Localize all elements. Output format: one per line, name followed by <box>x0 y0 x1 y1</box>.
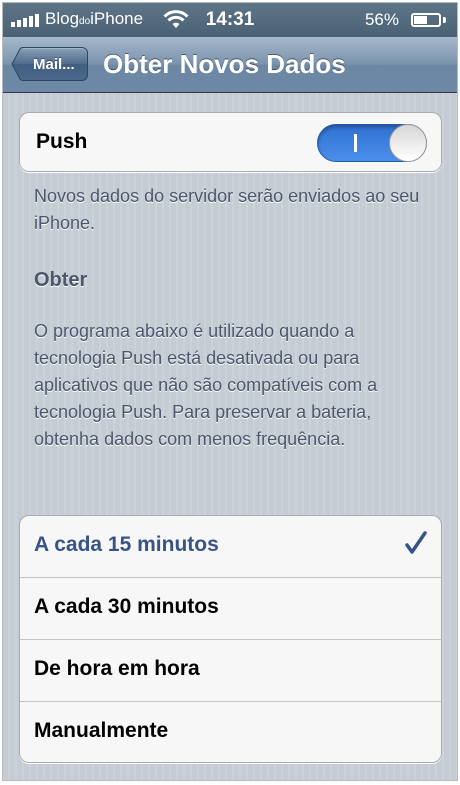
option-label: Manualmente <box>34 719 169 742</box>
back-button[interactable]: Mail... <box>23 47 88 81</box>
navigation-bar: Mail... Obter Novos Dados <box>3 37 457 93</box>
fetch-header: Obter <box>34 269 88 291</box>
push-group: Push <box>19 112 442 172</box>
checkmark-icon <box>405 531 427 554</box>
battery-icon <box>411 13 441 27</box>
status-bar: BlogdoiPhone 14:31 56% <box>3 3 457 37</box>
fetch-options-list: A cada 15 minutos A cada 30 minutos De h… <box>19 515 442 763</box>
option-15-minutes[interactable]: A cada 15 minutos <box>20 516 441 578</box>
settings-content: Push Novos dados do servidor serão envia… <box>3 93 457 780</box>
back-button-label: Mail... <box>33 56 75 73</box>
push-toggle[interactable] <box>317 124 427 162</box>
battery-percent: 56% <box>364 10 399 29</box>
page-title: Obter Novos Dados <box>103 49 346 79</box>
phone-screen: BlogdoiPhone 14:31 56% Mail... Obter Nov… <box>2 2 458 781</box>
option-label: A cada 15 minutos <box>34 533 219 556</box>
toggle-on-indicator <box>354 134 357 152</box>
push-description: Novos dados do servidor serão enviados a… <box>34 186 420 233</box>
fetch-description: O programa abaixo é utilizado quando a t… <box>34 321 378 449</box>
battery-level <box>414 16 428 24</box>
option-30-minutes[interactable]: A cada 30 minutos <box>20 578 441 640</box>
option-label: De hora em hora <box>34 657 200 680</box>
toggle-knob <box>389 124 427 162</box>
option-hourly[interactable]: De hora em hora <box>20 640 441 702</box>
battery-tip <box>443 17 446 23</box>
push-label: Push <box>36 130 88 153</box>
option-manually[interactable]: Manualmente <box>20 702 441 762</box>
option-label: A cada 30 minutos <box>34 595 219 618</box>
